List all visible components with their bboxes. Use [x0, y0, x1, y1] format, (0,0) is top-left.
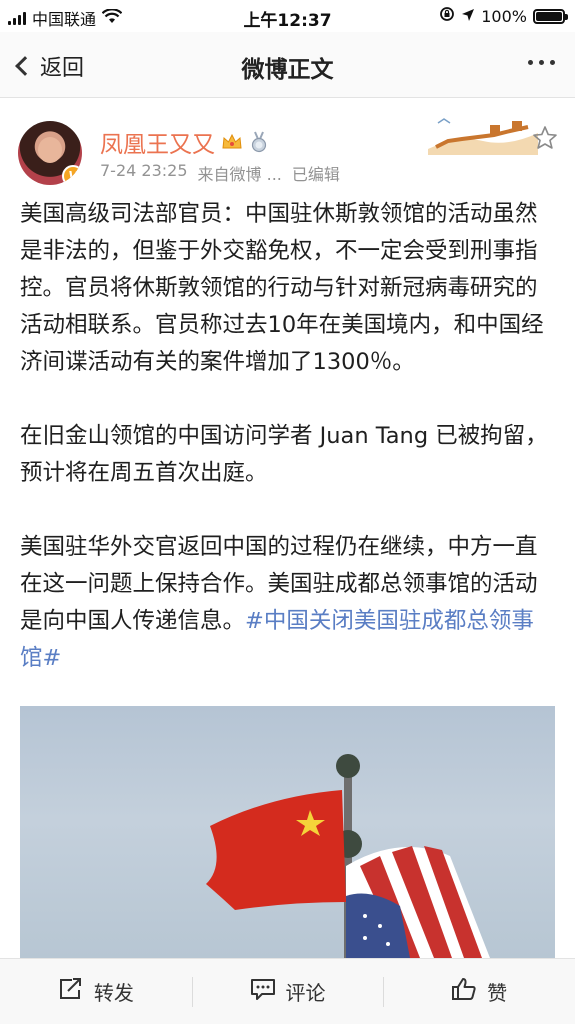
status-right: 100%: [439, 6, 568, 26]
repost-button[interactable]: 转发: [0, 959, 192, 1024]
nav-bar: 返回 微博正文: [0, 32, 575, 98]
flags-photo: [206, 754, 490, 958]
location-icon: [461, 7, 475, 26]
post-header: V 凤凰王又又 7-24 23:25 来自微博 ... 已编辑: [18, 115, 558, 190]
post-paragraph-2: 在旧金山领馆的中国访问学者 Juan Tang 已被拘留，预计将在周五首次出庭。: [20, 423, 548, 486]
repost-icon: [58, 977, 84, 1006]
username[interactable]: 凤凰王又又: [100, 125, 215, 159]
post-paragraph-1: 美国高级司法部官员：中国驻休斯敦领馆的活动虽然是非法的，但鉴于外交豁免权，不一定…: [20, 201, 544, 375]
bottom-toolbar: 转发 评论 赞: [0, 958, 575, 1024]
verified-badge-icon: V: [62, 165, 82, 185]
comment-label: 评论: [285, 981, 326, 1005]
post-timestamp: 7-24 23:25: [100, 161, 188, 180]
edited-label[interactable]: 已编辑: [292, 161, 340, 185]
comment-icon: [250, 977, 276, 1006]
star-icon[interactable]: [532, 125, 558, 151]
post-meta: 7-24 23:25 来自微博 ... 已编辑: [100, 161, 340, 185]
username-row: 凤凰王又又: [100, 125, 269, 159]
page-title: 微博正文: [241, 57, 334, 83]
post-source[interactable]: 来自微博 ...: [198, 161, 282, 185]
battery-icon: [533, 8, 568, 24]
comment-button[interactable]: 评论: [191, 959, 384, 1024]
medal-icon: [249, 131, 269, 153]
post-paragraph-3: 美国驻华外交官返回中国的过程仍在继续，中方一直在这一问题上保持合作。美国驻成都总…: [20, 529, 555, 677]
crown-icon: [221, 133, 243, 151]
repost-label: 转发: [93, 981, 134, 1005]
lock-rotation-icon: [439, 6, 455, 26]
post-image[interactable]: [20, 706, 555, 958]
status-bar: 中国联通 上午12:37 100%: [0, 0, 575, 32]
post-body: 美国高级司法部官员：中国驻休斯敦领馆的活动虽然是非法的，但鉴于外交豁免权，不一定…: [20, 196, 555, 714]
avatar[interactable]: V: [18, 121, 82, 185]
like-label: 赞: [487, 981, 508, 1005]
battery-percent: 100%: [481, 6, 527, 26]
like-icon: [451, 977, 477, 1006]
more-icon[interactable]: [528, 60, 555, 65]
like-button[interactable]: 赞: [383, 959, 575, 1024]
